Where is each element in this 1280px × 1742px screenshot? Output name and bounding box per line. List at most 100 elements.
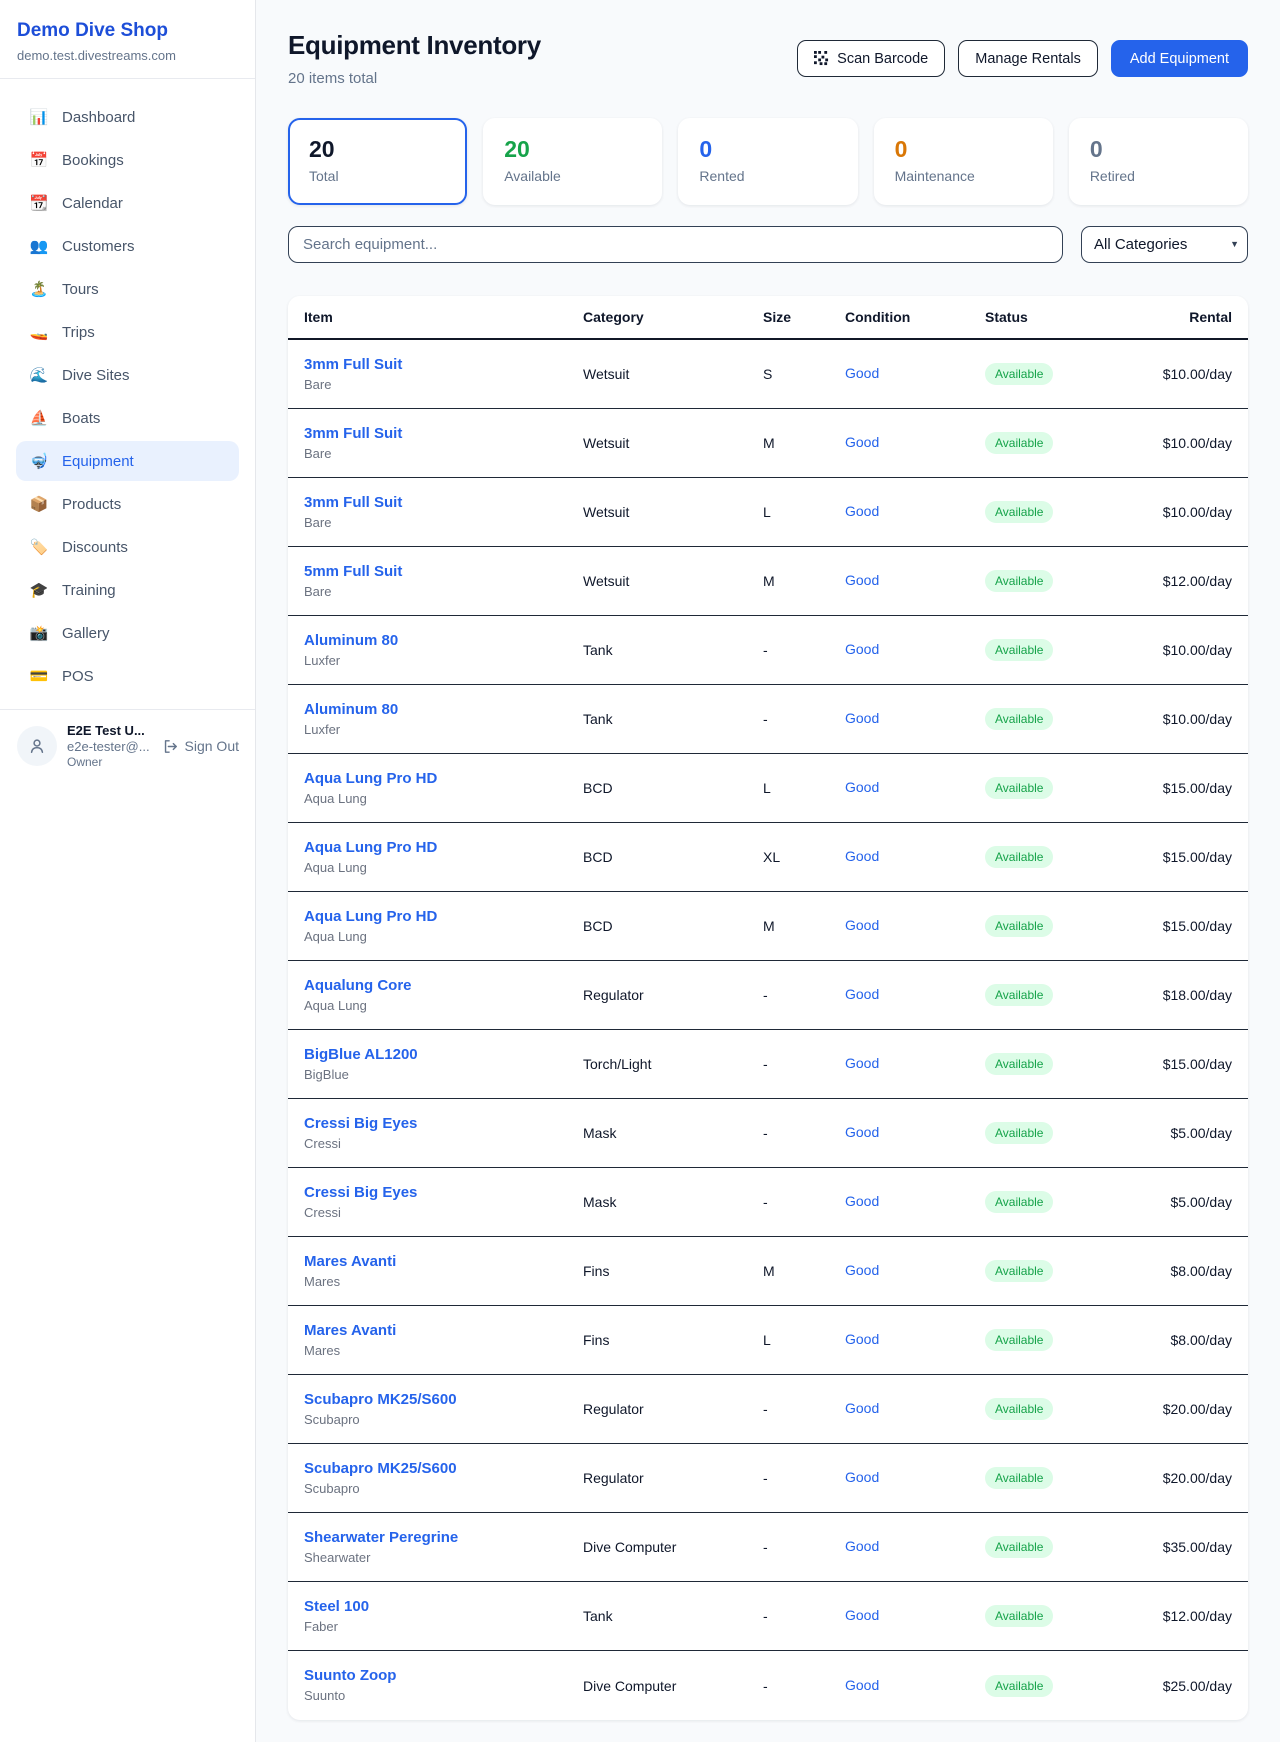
table-row: Scubapro MK25/S600 Scubapro Regulator - … — [288, 1375, 1248, 1444]
stat-value: 0 — [1090, 136, 1227, 162]
sidebar-item-boats[interactable]: ⛵ Boats — [16, 398, 239, 438]
sidebar-item-dive-sites[interactable]: 🌊 Dive Sites — [16, 355, 239, 395]
condition-link[interactable]: Good — [845, 503, 879, 519]
item-link[interactable]: Suunto Zoop — [304, 1667, 583, 1685]
stat-card-maintenance[interactable]: 0 Maintenance — [874, 118, 1053, 205]
condition-link[interactable]: Good — [845, 1193, 879, 1209]
user-meta: E2E Test U... e2e-tester@... Owner — [67, 723, 152, 769]
item-size: - — [763, 1056, 845, 1072]
sidebar-item-customers[interactable]: 👥 Customers — [16, 226, 239, 266]
sidebar-item-calendar[interactable]: 📆 Calendar — [16, 183, 239, 223]
user-role: Owner — [67, 755, 152, 769]
item-brand: Bare — [304, 584, 583, 600]
condition-link[interactable]: Good — [845, 641, 879, 657]
search-input[interactable] — [288, 226, 1063, 263]
condition-link[interactable]: Good — [845, 1124, 879, 1140]
sidebar-item-label: Gallery — [62, 625, 110, 642]
sidebar-item-label: Discounts — [62, 539, 128, 556]
condition-link[interactable]: Good — [845, 572, 879, 588]
item-link[interactable]: Scubapro MK25/S600 — [304, 1460, 583, 1478]
item-link[interactable]: Shearwater Peregrine — [304, 1529, 583, 1547]
sidebar-item-training[interactable]: 🎓 Training — [16, 570, 239, 610]
item-link[interactable]: 3mm Full Suit — [304, 425, 583, 443]
stat-card-retired[interactable]: 0 Retired — [1069, 118, 1248, 205]
condition-link[interactable]: Good — [845, 1607, 879, 1623]
item-link[interactable]: Aluminum 80 — [304, 632, 583, 650]
manage-rentals-button[interactable]: Manage Rentals — [958, 40, 1098, 77]
qr-code-icon — [814, 51, 829, 66]
sidebar-item-gallery[interactable]: 📸 Gallery — [16, 613, 239, 653]
sidebar-item-tours[interactable]: 🏝️ Tours — [16, 269, 239, 309]
sidebar-item-trips[interactable]: 🚤 Trips — [16, 312, 239, 352]
scan-barcode-button[interactable]: Scan Barcode — [797, 40, 945, 77]
shop-name[interactable]: Demo Dive Shop — [17, 20, 238, 42]
column-header-rental: Rental — [1155, 309, 1232, 325]
item-size: L — [763, 780, 845, 796]
item-link[interactable]: Aluminum 80 — [304, 701, 583, 719]
condition-link[interactable]: Good — [845, 1469, 879, 1485]
item-link[interactable]: Aqualung Core — [304, 977, 583, 995]
item-link[interactable]: Aqua Lung Pro HD — [304, 908, 583, 926]
condition-link[interactable]: Good — [845, 1538, 879, 1554]
item-link[interactable]: Steel 100 — [304, 1598, 583, 1616]
item-link[interactable]: 3mm Full Suit — [304, 356, 583, 374]
item-size: M — [763, 435, 845, 451]
sidebar-item-label: Boats — [62, 410, 100, 427]
item-link[interactable]: Mares Avanti — [304, 1253, 583, 1271]
status-badge: Available — [985, 915, 1053, 937]
item-link[interactable]: 3mm Full Suit — [304, 494, 583, 512]
page-header: Equipment Inventory 20 items total Scan … — [288, 30, 1248, 87]
status-badge: Available — [985, 1122, 1053, 1144]
wave-icon: 🌊 — [29, 366, 49, 384]
item-rental: $18.00/day — [1155, 987, 1232, 1003]
person-icon — [27, 736, 47, 756]
status-badge: Available — [985, 1675, 1053, 1697]
sidebar-item-dashboard[interactable]: 📊 Dashboard — [16, 97, 239, 137]
item-link[interactable]: BigBlue AL1200 — [304, 1046, 583, 1064]
sign-out-icon — [162, 738, 179, 755]
item-link[interactable]: Mares Avanti — [304, 1322, 583, 1340]
condition-link[interactable]: Good — [845, 710, 879, 726]
stat-label: Retired — [1090, 168, 1227, 184]
table-row: Aqua Lung Pro HD Aqua Lung BCD XL Good A… — [288, 823, 1248, 892]
sidebar-item-pos[interactable]: 💳 POS — [16, 656, 239, 696]
condition-link[interactable]: Good — [845, 1055, 879, 1071]
item-link[interactable]: Cressi Big Eyes — [304, 1115, 583, 1133]
condition-link[interactable]: Good — [845, 779, 879, 795]
condition-link[interactable]: Good — [845, 1262, 879, 1278]
item-rental: $10.00/day — [1155, 642, 1232, 658]
item-category: Mask — [583, 1194, 763, 1210]
add-equipment-button[interactable]: Add Equipment — [1111, 40, 1248, 77]
condition-link[interactable]: Good — [845, 365, 879, 381]
speedboat-icon: 🚤 — [29, 323, 49, 341]
equipment-table: Item Category Size Condition Status Rent… — [288, 296, 1248, 1720]
item-link[interactable]: Aqua Lung Pro HD — [304, 839, 583, 857]
item-rental: $15.00/day — [1155, 1056, 1232, 1072]
condition-link[interactable]: Good — [845, 848, 879, 864]
sidebar-item-products[interactable]: 📦 Products — [16, 484, 239, 524]
item-category: Wetsuit — [583, 435, 763, 451]
sidebar-item-equipment[interactable]: 🤿 Equipment — [16, 441, 239, 481]
stat-card-total[interactable]: 20 Total — [288, 118, 467, 205]
page-header-text: Equipment Inventory 20 items total — [288, 30, 541, 87]
stat-card-rented[interactable]: 0 Rented — [678, 118, 857, 205]
item-link[interactable]: Aqua Lung Pro HD — [304, 770, 583, 788]
table-row: Steel 100 Faber Tank - Good Available $1… — [288, 1582, 1248, 1651]
sidebar-item-bookings[interactable]: 📅 Bookings — [16, 140, 239, 180]
condition-link[interactable]: Good — [845, 1677, 879, 1693]
stat-card-available[interactable]: 20 Available — [483, 118, 662, 205]
condition-link[interactable]: Good — [845, 986, 879, 1002]
item-link[interactable]: 5mm Full Suit — [304, 563, 583, 581]
sidebar-item-label: Dashboard — [62, 109, 135, 126]
item-category: Fins — [583, 1332, 763, 1348]
category-select[interactable]: All Categories — [1081, 226, 1248, 263]
condition-link[interactable]: Good — [845, 917, 879, 933]
sidebar-item-discounts[interactable]: 🏷️ Discounts — [16, 527, 239, 567]
item-category: Regulator — [583, 987, 763, 1003]
item-link[interactable]: Cressi Big Eyes — [304, 1184, 583, 1202]
condition-link[interactable]: Good — [845, 434, 879, 450]
condition-link[interactable]: Good — [845, 1400, 879, 1416]
item-link[interactable]: Scubapro MK25/S600 — [304, 1391, 583, 1409]
sign-out-button[interactable]: Sign Out — [162, 738, 239, 755]
condition-link[interactable]: Good — [845, 1331, 879, 1347]
